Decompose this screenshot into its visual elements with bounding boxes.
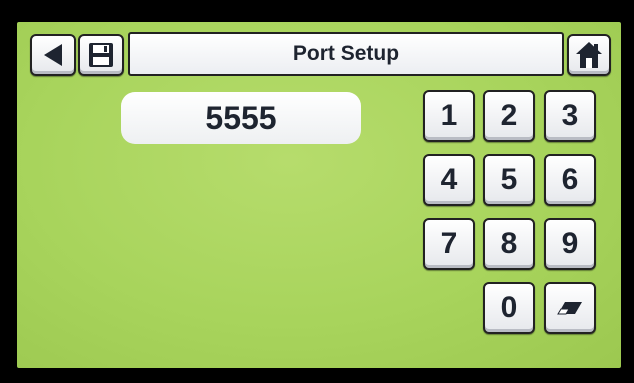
key-3[interactable]: 3 — [544, 90, 596, 142]
screen: Port Setup 5555 1 2 3 4 5 6 7 8 9 0 — [17, 22, 621, 368]
back-arrow-icon — [44, 44, 62, 66]
key-0[interactable]: 0 — [483, 282, 535, 334]
save-button[interactable] — [78, 34, 124, 76]
home-icon — [576, 42, 602, 68]
back-button[interactable] — [30, 34, 76, 76]
key-7[interactable]: 7 — [423, 218, 475, 270]
key-5[interactable]: 5 — [483, 154, 535, 206]
key-2[interactable]: 2 — [483, 90, 535, 142]
key-4[interactable]: 4 — [423, 154, 475, 206]
home-button[interactable] — [567, 34, 611, 76]
key-9[interactable]: 9 — [544, 218, 596, 270]
key-1[interactable]: 1 — [423, 90, 475, 142]
key-6[interactable]: 6 — [544, 154, 596, 206]
erase-button[interactable] — [544, 282, 596, 334]
port-value-display[interactable]: 5555 — [121, 92, 361, 144]
key-8[interactable]: 8 — [483, 218, 535, 270]
floppy-disk-icon — [89, 43, 113, 67]
eraser-icon — [557, 302, 582, 315]
page-title: Port Setup — [128, 32, 564, 76]
